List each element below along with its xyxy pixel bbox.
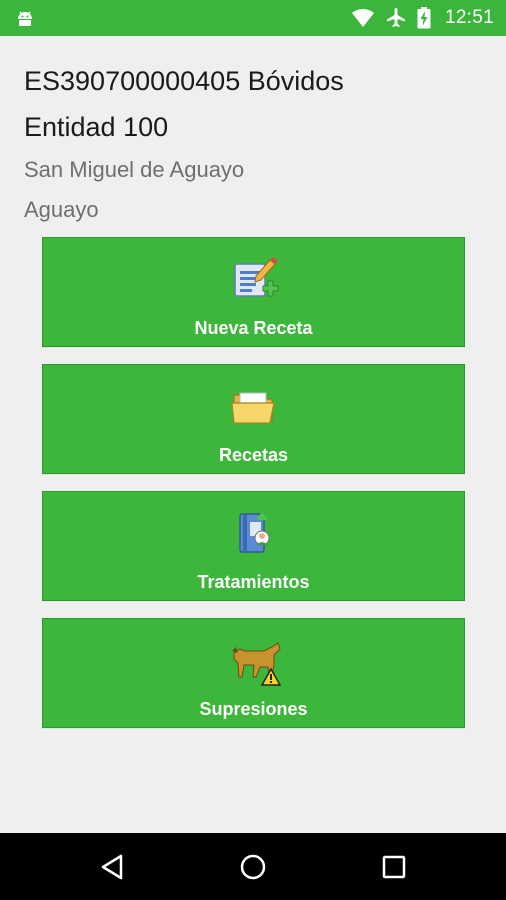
treatments-button[interactable]: Tratamientos: [42, 491, 465, 601]
new-prescription-icon: [226, 254, 282, 306]
battery-charging-icon: [417, 7, 431, 29]
home-icon[interactable]: [237, 851, 269, 883]
new-prescription-label: Nueva Receta: [194, 318, 313, 338]
wifi-icon: [351, 8, 375, 28]
header: ES390700000405 Bóvidos Entidad 100 San M…: [24, 58, 494, 230]
withdrawals-label: Supresiones: [199, 699, 308, 719]
entity-label: Entidad 100: [24, 112, 169, 142]
recents-icon[interactable]: [378, 851, 410, 883]
main-menu: Nueva Receta Recetas Tratamientos Supres…: [42, 237, 465, 745]
status-bar: 12:51: [0, 0, 506, 36]
treatment-book-icon: [226, 508, 282, 560]
treatments-label: Tratamientos: [197, 572, 310, 592]
navigation-bar: [0, 833, 506, 900]
back-icon[interactable]: [97, 851, 129, 883]
status-time: 12:51: [444, 7, 494, 28]
folder-icon: [226, 381, 282, 433]
withdrawal-warning-icon: [226, 635, 282, 687]
airplane-mode-icon: [385, 7, 407, 29]
withdrawals-button[interactable]: Supresiones: [42, 618, 465, 728]
page-title: ES390700000405 Bóvidos: [24, 66, 344, 96]
prescriptions-label: Recetas: [218, 445, 289, 465]
location-label: San Miguel de Aguayo: [24, 157, 245, 182]
new-prescription-button[interactable]: Nueva Receta: [42, 237, 465, 347]
prescriptions-button[interactable]: Recetas: [42, 364, 465, 474]
municipality-label: Aguayo: [24, 197, 99, 222]
android-debug-icon: [14, 8, 36, 28]
